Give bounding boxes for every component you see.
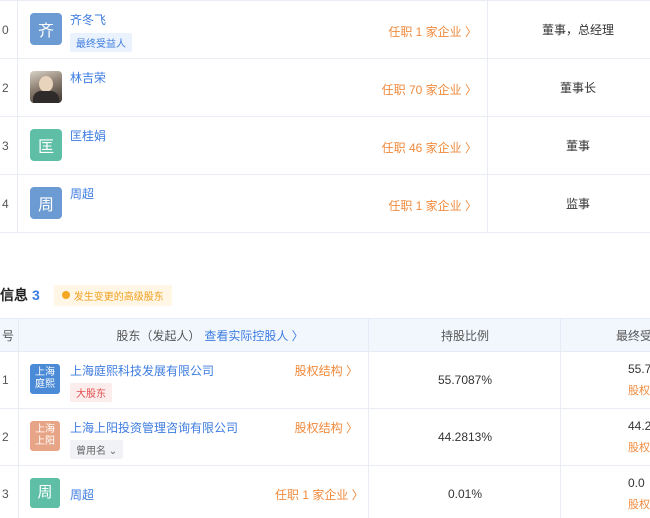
person-avatar[interactable]: 周 <box>30 478 60 508</box>
final-benefit-value: 0.0 <box>628 476 645 490</box>
holding-ratio: 44.2813% <box>437 430 493 444</box>
office-count-link[interactable]: 任职 70 家企业 〉 <box>382 81 477 98</box>
office-count-link[interactable]: 任职 1 家企业 〉 <box>388 23 477 40</box>
person-name-link[interactable]: 周超 <box>70 486 94 503</box>
office-count-link[interactable]: 任职 46 家企业 〉 <box>382 139 477 156</box>
column-divider <box>18 319 19 351</box>
column-divider <box>368 409 369 465</box>
final-benefit-value: 44.2 <box>628 419 650 433</box>
row-number: 2 <box>2 430 9 444</box>
person-name-link[interactable]: 周超 <box>70 185 94 202</box>
header-final: 最终受 <box>616 328 650 343</box>
office-count-link[interactable]: 任职 1 家企业 〉 <box>275 486 364 503</box>
executive-row: 4 周 周超 任职 1 家企业 〉 监事 <box>0 175 650 233</box>
person-cell: 匡 匡桂娟 任职 46 家企业 〉 <box>18 117 488 174</box>
company-name-link[interactable]: 上海庭熙科技发展有限公司 <box>70 362 214 379</box>
holding-ratio: 55.7087% <box>437 373 493 387</box>
avatar[interactable]: 匡 <box>30 129 62 161</box>
position-cell: 董事 <box>565 139 590 153</box>
former-name-dropdown[interactable]: 曾用名 ⌄ <box>70 440 124 459</box>
header-number: 号 <box>2 328 15 343</box>
executives-table: 0 齐 齐冬飞 最终受益人 任职 1 家企业 〉 董事，总经理 2 林吉荣 任职… <box>0 0 650 233</box>
table-row: 1 上海 庭熙 上海庭熙科技发展有限公司 大股东 股权结构 〉 55.7087%… <box>0 352 650 409</box>
final-benefit-value: 55.7 <box>628 362 650 376</box>
company-name-link[interactable]: 上海上阳投资管理咨询有限公司 <box>70 419 238 436</box>
row-number: 3 <box>2 487 9 501</box>
column-divider <box>368 352 369 408</box>
column-divider <box>18 466 19 518</box>
position-cell: 董事长 <box>559 81 596 95</box>
table-header: 号 股东（发起人） 查看实际控股人 〉 持股比例 最终受 <box>0 318 650 352</box>
avatar[interactable]: 齐 <box>30 13 62 45</box>
holding-ratio: 0.01% <box>447 487 483 501</box>
row-number: 1 <box>2 373 9 387</box>
executive-row: 3 匡 匡桂娟 任职 46 家企业 〉 董事 <box>0 117 650 175</box>
person-cell: 林吉荣 任职 70 家企业 〉 <box>18 59 488 116</box>
major-shareholder-badge: 大股东 <box>70 383 112 402</box>
beneficiary-badge: 最终受益人 <box>70 33 132 52</box>
row-number: 3 <box>0 117 18 174</box>
column-divider <box>560 352 561 408</box>
person-name-link[interactable]: 匡桂娟 <box>70 127 106 144</box>
header-shareholder: 股东（发起人） 查看实际控股人 〉 <box>60 319 360 351</box>
company-logo: 上海 庭熙 <box>30 364 60 394</box>
final-benefit-link[interactable]: 股权 <box>628 382 650 398</box>
final-benefit-link[interactable]: 股权 <box>628 496 650 512</box>
change-warning-badge[interactable]: 发生变更的高级股东 <box>53 284 172 306</box>
person-name-link[interactable]: 林吉荣 <box>70 69 106 86</box>
equity-structure-link[interactable]: 股权结构 〉 <box>295 362 358 379</box>
person-name-link[interactable]: 齐冬飞 <box>70 11 106 28</box>
column-divider <box>368 466 369 518</box>
view-controller-link[interactable]: 查看实际控股人 〉 <box>204 327 303 344</box>
position-cell: 董事，总经理 <box>541 23 614 37</box>
column-divider <box>560 319 561 351</box>
section-title: 信息 <box>0 287 28 303</box>
section-count: 3 <box>32 287 40 303</box>
row-number: 4 <box>0 175 18 232</box>
executive-row: 0 齐 齐冬飞 最终受益人 任职 1 家企业 〉 董事，总经理 <box>0 1 650 59</box>
final-benefit-link[interactable]: 股权 <box>628 439 650 455</box>
warning-dot-icon <box>61 291 70 299</box>
avatar-photo[interactable] <box>30 71 62 103</box>
column-divider <box>18 352 19 408</box>
column-divider <box>560 466 561 518</box>
executive-row: 2 林吉荣 任职 70 家企业 〉 董事长 <box>0 59 650 117</box>
person-cell: 齐 齐冬飞 最终受益人 任职 1 家企业 〉 <box>18 1 488 58</box>
company-logo: 上海 上阳 <box>30 421 60 451</box>
position-cell: 监事 <box>565 197 590 211</box>
photo-suit <box>33 91 59 103</box>
header-shareholder-label: 股东（发起人） <box>116 328 201 343</box>
row-number: 2 <box>0 59 18 116</box>
person-cell: 周 周超 任职 1 家企业 〉 <box>18 175 488 232</box>
table-row: 2 上海 上阳 上海上阳投资管理咨询有限公司 曾用名 ⌄ 股权结构 〉 44.2… <box>0 409 650 466</box>
column-divider <box>368 319 369 351</box>
avatar[interactable]: 周 <box>30 187 62 219</box>
office-count-link[interactable]: 任职 1 家企业 〉 <box>388 197 477 214</box>
photo-face <box>39 76 53 92</box>
table-row: 3 周 周超 任职 1 家企业 〉 0.01% 0.0 股权 <box>0 466 650 518</box>
row-number: 0 <box>0 1 18 58</box>
equity-structure-link[interactable]: 股权结构 〉 <box>295 419 358 436</box>
shareholders-section-title: 信息 3 发生变更的高级股东 <box>0 284 172 306</box>
shareholders-table: 号 股东（发起人） 查看实际控股人 〉 持股比例 最终受 1 上海 庭熙 上海庭… <box>0 318 650 518</box>
warning-label: 发生变更的高级股东 <box>73 291 164 303</box>
column-divider <box>18 409 19 465</box>
column-divider <box>560 409 561 465</box>
header-ratio: 持股比例 <box>440 328 489 343</box>
